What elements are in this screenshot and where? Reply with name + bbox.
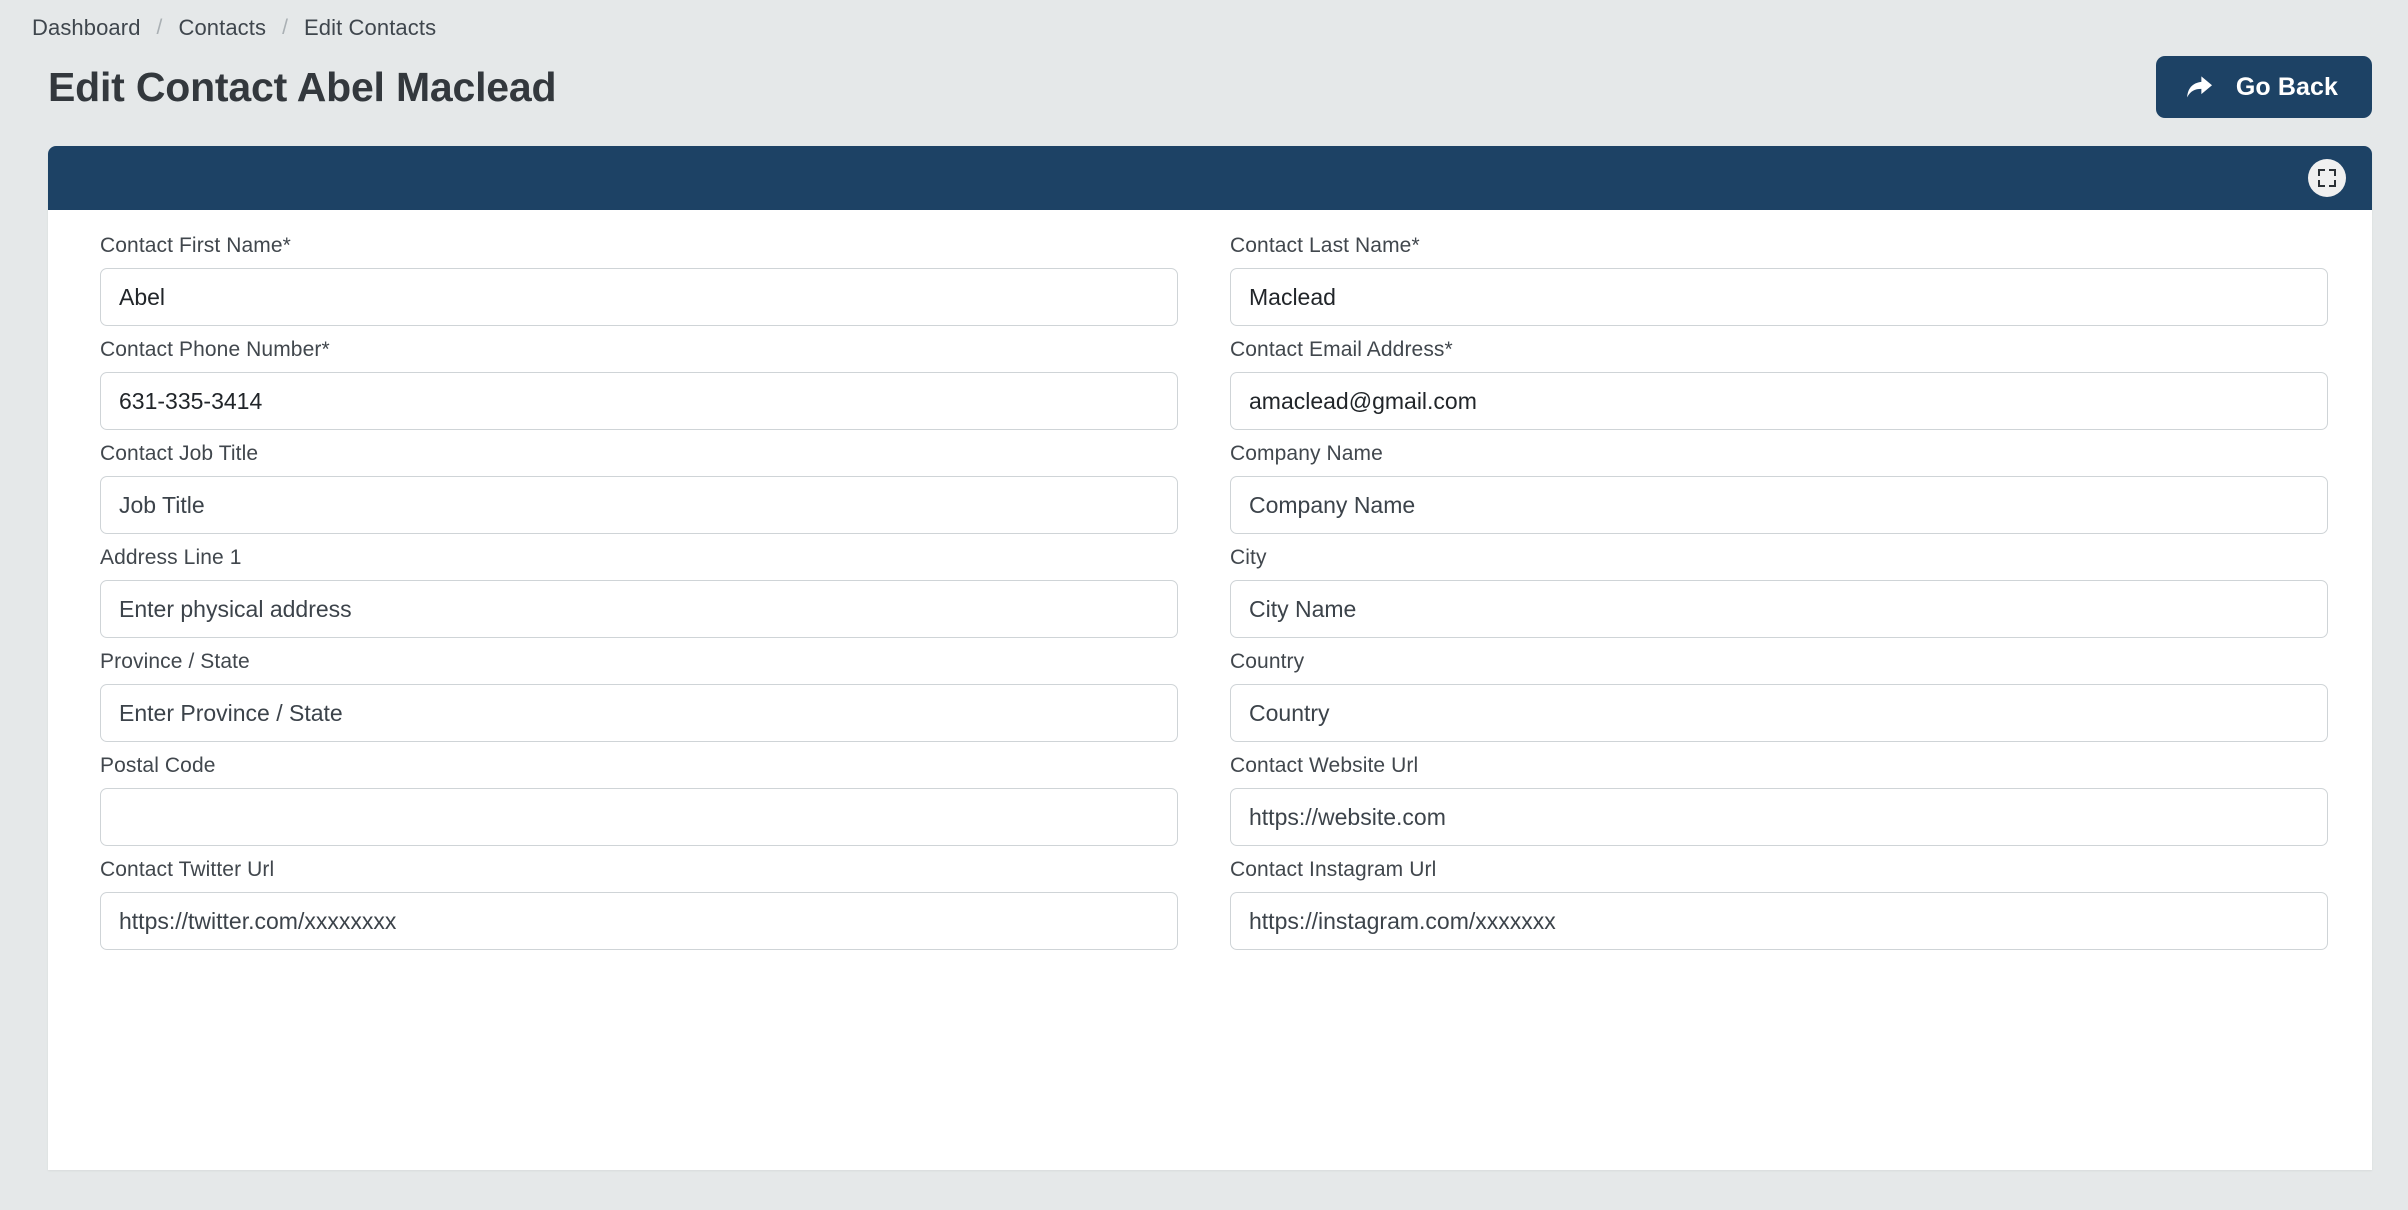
label-contact-website-url: Contact Website Url: [1230, 754, 1419, 777]
breadcrumb: Dashboard / Contacts / Edit Contacts: [0, 0, 2408, 40]
card-header-bar: [48, 146, 2372, 210]
breadcrumb-item-edit-contacts: Edit Contacts: [304, 15, 437, 40]
input-contact-job-title[interactable]: [100, 476, 1178, 534]
field-company-name: Company Name: [1230, 442, 2328, 534]
share-forward-arrow-icon: [2184, 74, 2214, 100]
go-back-label: Go Back: [2235, 72, 2338, 101]
input-postal-code[interactable]: [100, 788, 1178, 846]
expand-fullscreen-button[interactable]: [2308, 159, 2346, 197]
input-contact-phone-number[interactable]: [100, 372, 1178, 430]
input-country[interactable]: [1230, 684, 2328, 742]
input-city[interactable]: [1230, 580, 2328, 638]
input-contact-email-address[interactable]: [1230, 372, 2328, 430]
input-address-line-1[interactable]: [100, 580, 1178, 638]
input-contact-last-name[interactable]: [1230, 268, 2328, 326]
input-contact-twitter-url[interactable]: [100, 892, 1178, 950]
field-contact-first-name: Contact First Name*: [80, 234, 1178, 326]
breadcrumb-separator: /: [156, 16, 163, 39]
field-contact-website-url: Contact Website Url: [1230, 754, 2328, 846]
label-contact-email-address: Contact Email Address*: [1230, 338, 1453, 361]
label-company-name: Company Name: [1230, 442, 1383, 465]
input-company-name[interactable]: [1230, 476, 2328, 534]
label-contact-instagram-url: Contact Instagram Url: [1230, 858, 1437, 881]
input-contact-website-url[interactable]: [1230, 788, 2328, 846]
label-contact-job-title: Contact Job Title: [100, 442, 259, 465]
label-postal-code: Postal Code: [100, 754, 216, 777]
expand-fullscreen-icon: [2317, 168, 2337, 188]
input-province-state[interactable]: [100, 684, 1178, 742]
breadcrumb-item-contacts[interactable]: Contacts: [178, 15, 266, 41]
breadcrumb-separator: /: [282, 16, 289, 39]
field-city: City: [1230, 546, 2328, 638]
edit-contact-card: Contact First Name* Contact Last Name* C…: [48, 146, 2372, 1170]
label-contact-first-name: Contact First Name*: [100, 234, 291, 257]
field-contact-instagram-url: Contact Instagram Url: [1230, 858, 2328, 950]
label-contact-phone-number: Contact Phone Number*: [100, 338, 330, 361]
label-province-state: Province / State: [100, 650, 250, 673]
label-country: Country: [1230, 650, 1305, 673]
label-city: City: [1230, 546, 1267, 569]
page-title: Edit Contact Abel Maclead: [48, 63, 557, 110]
field-contact-twitter-url: Contact Twitter Url: [80, 858, 1178, 950]
label-address-line-1: Address Line 1: [100, 546, 242, 569]
field-country: Country: [1230, 650, 2328, 742]
contact-form: Contact First Name* Contact Last Name* C…: [48, 210, 2372, 962]
breadcrumb-item-dashboard[interactable]: Dashboard: [32, 15, 141, 41]
input-contact-instagram-url[interactable]: [1230, 892, 2328, 950]
input-contact-first-name[interactable]: [100, 268, 1178, 326]
field-province-state: Province / State: [80, 650, 1178, 742]
field-contact-job-title: Contact Job Title: [80, 442, 1178, 534]
label-contact-last-name: Contact Last Name*: [1230, 234, 1420, 257]
page-header: Edit Contact Abel Maclead Go Back: [0, 40, 2408, 120]
field-contact-last-name: Contact Last Name*: [1230, 234, 2328, 326]
field-postal-code: Postal Code: [80, 754, 1178, 846]
field-address-line-1: Address Line 1: [80, 546, 1178, 638]
field-contact-phone-number: Contact Phone Number*: [80, 338, 1178, 430]
go-back-button[interactable]: Go Back: [2155, 56, 2372, 118]
label-contact-twitter-url: Contact Twitter Url: [100, 858, 275, 881]
field-contact-email-address: Contact Email Address*: [1230, 338, 2328, 430]
